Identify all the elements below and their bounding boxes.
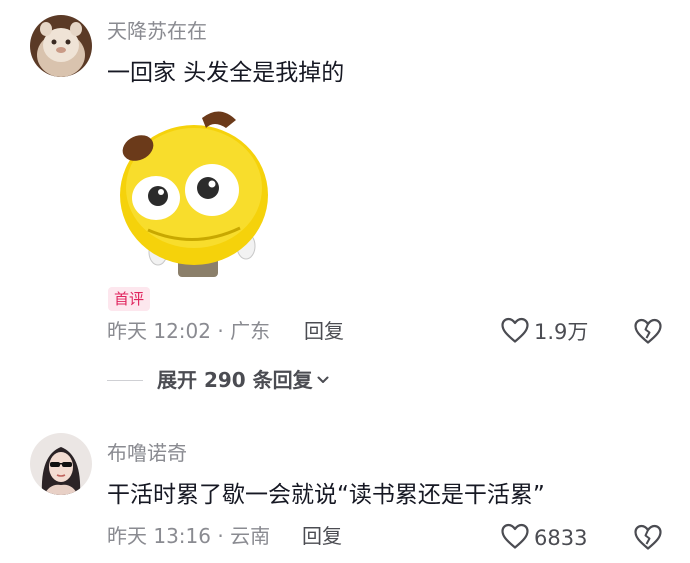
expand-replies-label: 展开 290 条回复 <box>157 368 313 392</box>
like-button[interactable]: 1.9万 <box>500 316 588 348</box>
dislike-button[interactable] <box>633 317 663 349</box>
heart-outline-icon <box>500 316 530 348</box>
emoji-sticker-image[interactable] <box>108 100 278 280</box>
first-comment-badge: 首评 <box>108 287 151 311</box>
like-count: 6833 <box>534 526 588 550</box>
chevron-down-icon <box>316 372 330 391</box>
dislike-button[interactable] <box>633 523 663 555</box>
heart-outline-icon <box>500 522 530 554</box>
username[interactable]: 天降苏在在 <box>107 19 207 43</box>
like-button[interactable]: 6833 <box>500 522 587 554</box>
comment-meta: 昨天 13:16 · 云南 <box>107 524 271 548</box>
avatar[interactable] <box>30 433 92 495</box>
comment-text: 干活时累了歇一会就说“读书累还是干活累” <box>107 482 545 508</box>
comment-item: 布噜诺奇 干活时累了歇一会就说“读书累还是干活累” 昨天 13:16 · 云南 … <box>0 425 690 563</box>
expand-divider <box>107 379 143 381</box>
reply-button[interactable]: 回复 <box>304 318 344 344</box>
comment-meta: 昨天 12:02 · 广东 <box>107 319 271 343</box>
broken-heart-icon <box>633 318 663 349</box>
username[interactable]: 布噜诺奇 <box>107 441 187 465</box>
avatar[interactable] <box>30 15 92 77</box>
broken-heart-icon <box>633 524 663 555</box>
reply-button[interactable]: 回复 <box>302 523 342 549</box>
expand-replies-button[interactable]: 展开 290 条回复 <box>107 366 330 394</box>
comment-text: 一回家 头发全是我掉的 <box>107 60 345 86</box>
comment-item: 天降苏在在 一回家 头发全是我掉的 首评 昨天 12:02 · 广东 回复 1.… <box>0 0 690 410</box>
like-count: 1.9万 <box>534 320 589 344</box>
